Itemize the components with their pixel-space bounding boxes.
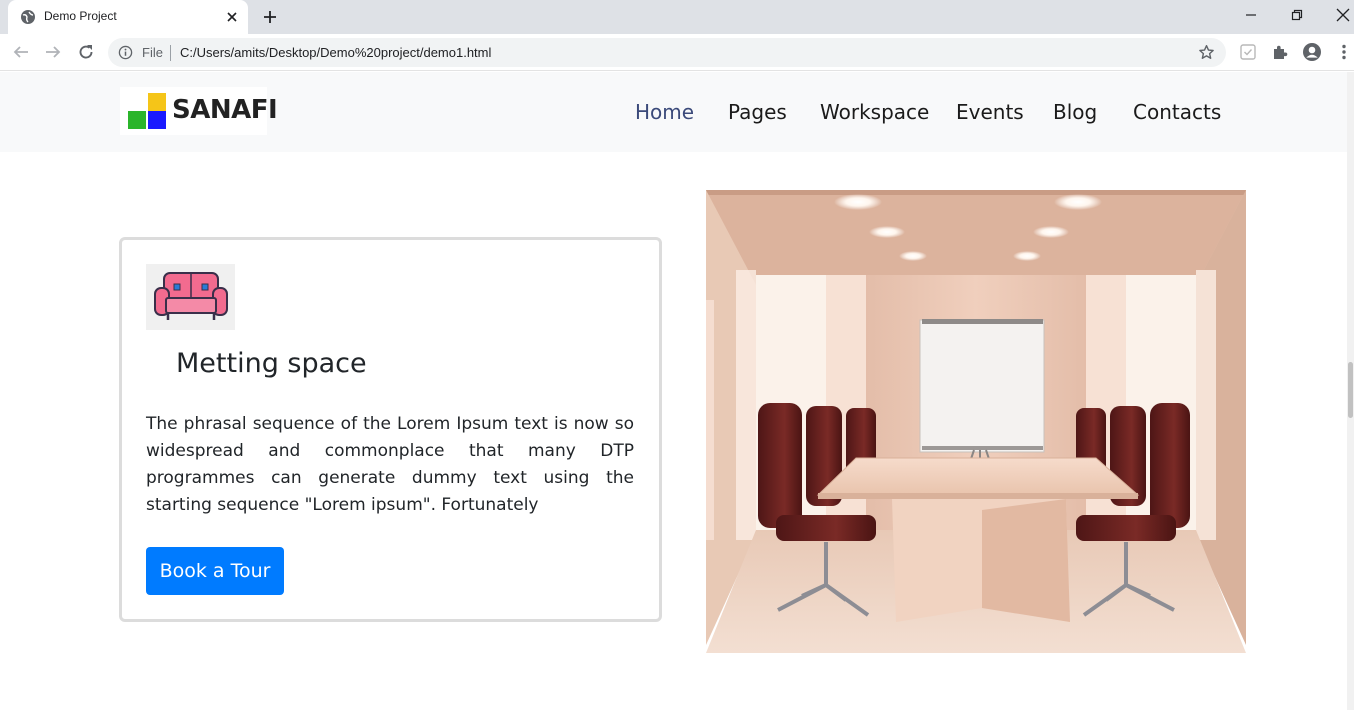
nav-blog[interactable]: Blog bbox=[1053, 100, 1097, 124]
extensions-puzzle-icon[interactable] bbox=[1270, 42, 1290, 62]
reading-list-icon[interactable] bbox=[1238, 42, 1258, 62]
site-navbar: SANAFI Home Pages Workspace Events Blog … bbox=[0, 72, 1347, 152]
close-icon bbox=[1336, 8, 1350, 22]
nav-pages[interactable]: Pages bbox=[728, 100, 787, 124]
profile-avatar-icon[interactable] bbox=[1302, 42, 1322, 62]
meeting-space-card: Metting space The phrasal sequence of th… bbox=[119, 237, 662, 622]
logo-text: SANAFI bbox=[172, 95, 278, 125]
card-description: The phrasal sequence of the Lorem Ipsum … bbox=[146, 414, 634, 515]
file-scheme-label: File bbox=[142, 45, 163, 60]
minimize-icon bbox=[1246, 14, 1256, 16]
page-scrollbar[interactable] bbox=[1347, 72, 1354, 710]
nav-home[interactable]: Home bbox=[635, 100, 694, 124]
browser-tab[interactable]: Demo Project bbox=[8, 0, 248, 34]
scrollbar-thumb[interactable] bbox=[1348, 362, 1353, 418]
reload-icon[interactable] bbox=[76, 42, 96, 62]
nav-events[interactable]: Events bbox=[956, 100, 1024, 124]
meeting-room-image bbox=[706, 190, 1246, 653]
nav-contacts[interactable]: Contacts bbox=[1133, 100, 1221, 124]
forward-arrow-icon[interactable] bbox=[43, 42, 63, 62]
tab-title: Demo Project bbox=[44, 9, 117, 23]
globe-icon bbox=[21, 10, 35, 24]
browser-menu-icon[interactable] bbox=[1334, 42, 1354, 62]
browser-tabstrip: Demo Project bbox=[0, 0, 1354, 34]
nav-workspace[interactable]: Workspace bbox=[820, 100, 929, 124]
back-arrow-icon[interactable] bbox=[11, 42, 31, 62]
restore-button[interactable] bbox=[1274, 0, 1320, 30]
site-logo[interactable]: SANAFI bbox=[120, 87, 278, 135]
url-text[interactable]: C:/Users/amits/Desktop/Demo%20project/de… bbox=[180, 45, 491, 60]
omnibox-divider bbox=[170, 45, 171, 61]
close-tab-icon[interactable] bbox=[224, 9, 240, 25]
info-icon[interactable] bbox=[118, 45, 133, 60]
book-tour-button[interactable]: Book a Tour bbox=[146, 547, 284, 595]
card-title: Metting space bbox=[176, 348, 367, 379]
new-tab-icon[interactable] bbox=[261, 8, 279, 26]
restore-icon bbox=[1291, 9, 1303, 21]
sofa-icon bbox=[146, 264, 235, 330]
close-window-button[interactable] bbox=[1320, 0, 1354, 30]
logo-square-blue bbox=[148, 111, 166, 129]
address-bar[interactable]: File C:/Users/amits/Desktop/Demo%20proje… bbox=[108, 38, 1226, 67]
minimize-button[interactable] bbox=[1228, 0, 1274, 30]
logo-square-yellow bbox=[148, 93, 166, 111]
browser-toolbar: File C:/Users/amits/Desktop/Demo%20proje… bbox=[0, 34, 1354, 71]
bookmark-star-icon[interactable] bbox=[1198, 44, 1215, 61]
logo-square-green bbox=[128, 111, 146, 129]
